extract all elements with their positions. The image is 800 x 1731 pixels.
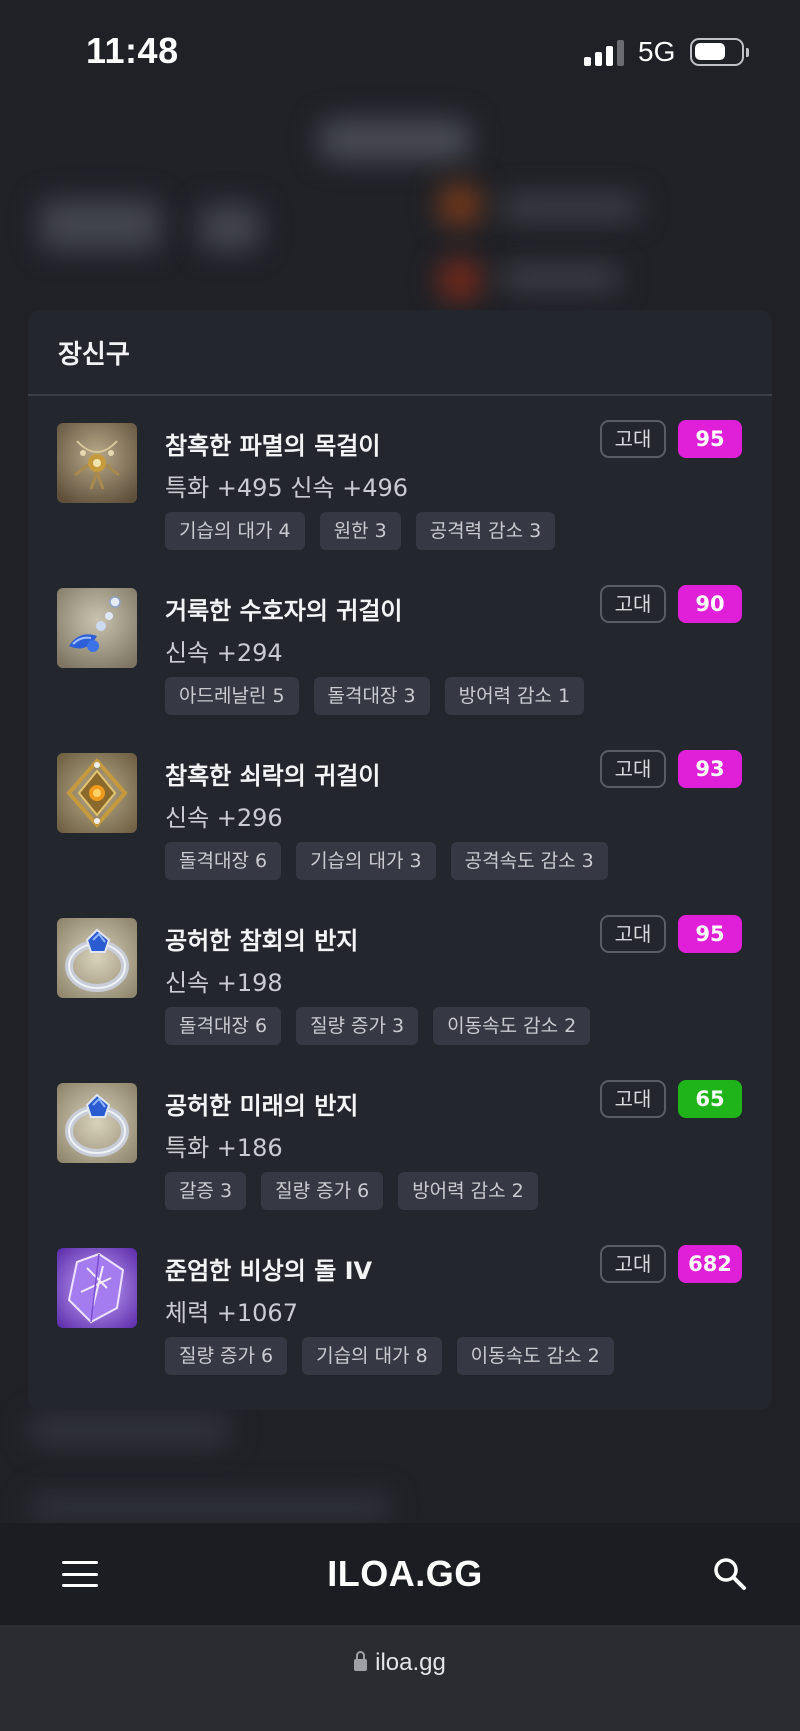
item-stats: 신속 +198 [165,969,283,997]
item-name: 공허한 미래의 반지 [165,1092,359,1120]
ring-icon [57,1083,137,1163]
network-label: 5G [638,36,676,67]
grade-badge: 고대 [600,1080,666,1118]
status-bar: 11:48 5G [0,0,800,100]
ring-icon [57,918,137,998]
engraving-chip: 이동속도 감소 2 [433,1007,591,1045]
item-name: 준엄한 비상의 돌 IV [165,1257,373,1285]
hamburger-menu-icon[interactable] [62,1561,98,1587]
engraving-chip: 돌격대장 6 [165,842,282,880]
accessory-row[interactable]: 준엄한 비상의 돌 IV 체력 +1067 고대 682 질량 증가 6 기습의 대가 8… [28,1245,772,1410]
grade-badge: 고대 [600,585,666,623]
accessory-row[interactable]: 참혹한 쇠락의 귀걸이신속 +296 고대 93 돌격대장 6 기습의 대가 3 공격속도… [28,750,772,915]
quality-badge: 95 [678,420,742,458]
engraving-list: 기습의 대가 4 원한 3 공격력 감소 3 [165,512,556,550]
engraving-chip: 방어력 감소 2 [398,1172,538,1210]
url-field[interactable]: iloa.gg [0,1649,800,1677]
engraving-chip: 방어력 감소 1 [444,677,585,715]
quality-badge: 90 [678,585,742,623]
lock-icon [354,1651,368,1671]
quality-badge: 65 [678,1080,742,1118]
bottom-nav: ILOA.GG [0,1523,800,1625]
grade-badge: 고대 [600,915,666,953]
accessory-row[interactable]: 공허한 미래의 반지특화 +186 고대 65 갈증 3 질량 증가 6 방어력 감소 2 [28,1080,772,1245]
grade-badge: 고대 [600,750,666,788]
accessory-row[interactable]: 공허한 참회의 반지신속 +198 고대 95 돌격대장 6 질량 증가 3 이동속도 감… [28,915,772,1080]
engraving-chip: 공격력 감소 3 [415,512,556,550]
engraving-list: 질량 증가 6 기습의 대가 8 이동속도 감소 2 [165,1337,614,1375]
signal-icon [584,40,626,66]
accessory-row[interactable]: 거룩한 수호자의 귀걸이신속 +294 고대 90 아드레날린 5 돌격대장 3 방어력 … [28,585,772,750]
ability-stone-icon [57,1248,137,1328]
engraving-chip: 기습의 대가 4 [165,512,305,550]
url-text: iloa.gg [375,1649,446,1676]
engraving-chip: 돌격대장 6 [165,1007,282,1045]
search-icon[interactable] [712,1556,748,1592]
engraving-chip: 질량 증가 6 [261,1172,384,1210]
engraving-list: 갈증 3 질량 증가 6 방어력 감소 2 [165,1172,538,1210]
grade-badge: 고대 [600,420,666,458]
engraving-chip: 기습의 대가 3 [296,842,436,880]
quality-badge: 682 [678,1245,742,1283]
engraving-chip: 원한 3 [319,512,401,550]
engraving-chip: 질량 증가 6 [165,1337,288,1375]
necklace-icon [57,423,137,503]
item-name: 참혹한 쇠락의 귀걸이 [165,762,381,790]
quality-badge: 93 [678,750,742,788]
item-name: 거룩한 수호자의 귀걸이 [165,597,403,625]
panel-title: 장신구 [58,339,130,370]
earring-blue-icon [57,588,137,668]
item-stats: 신속 +296 [165,804,283,832]
engraving-chip: 이동속도 감소 2 [456,1337,614,1375]
panel-header: 장신구 [28,310,772,396]
battery-icon [690,38,749,66]
engraving-chip: 기습의 대가 8 [302,1337,442,1375]
accessories-panel: 장신구 참혹한 파멸의 목걸이특화 +495 신속 +496 고대 95 기습의 대가… [28,310,772,1410]
accessory-row[interactable]: 참혹한 파멸의 목걸이특화 +495 신속 +496 고대 95 기습의 대가 4 원한… [28,420,772,585]
item-stats: 체력 +1067 [165,1299,298,1327]
accessory-list: 참혹한 파멸의 목걸이특화 +495 신속 +496 고대 95 기습의 대가 4 원한… [28,396,772,1410]
engraving-chip: 질량 증가 3 [296,1007,419,1045]
engraving-chip: 아드레날린 5 [165,677,299,715]
item-stats: 신속 +294 [165,639,283,667]
item-name: 참혹한 파멸의 목걸이 [165,432,381,460]
item-name: 공허한 참회의 반지 [165,927,359,955]
site-logo[interactable]: ILOA.GG [327,1553,483,1595]
engraving-list: 아드레날린 5 돌격대장 3 방어력 감소 1 [165,677,585,715]
item-stats: 특화 +186 [165,1134,283,1162]
engraving-chip: 공격속도 감소 3 [450,842,608,880]
earring-gold-icon [57,753,137,833]
engraving-list: 돌격대장 6 질량 증가 3 이동속도 감소 2 [165,1007,591,1045]
engraving-list: 돌격대장 6 기습의 대가 3 공격속도 감소 3 [165,842,608,880]
quality-badge: 95 [678,915,742,953]
browser-url-bar[interactable]: iloa.gg [0,1625,800,1731]
item-stats: 특화 +495 신속 +496 [165,474,409,502]
engraving-chip: 돌격대장 3 [313,677,430,715]
grade-badge: 고대 [600,1245,666,1283]
engraving-chip: 갈증 3 [165,1172,247,1210]
status-time: 11:48 [86,30,179,71]
